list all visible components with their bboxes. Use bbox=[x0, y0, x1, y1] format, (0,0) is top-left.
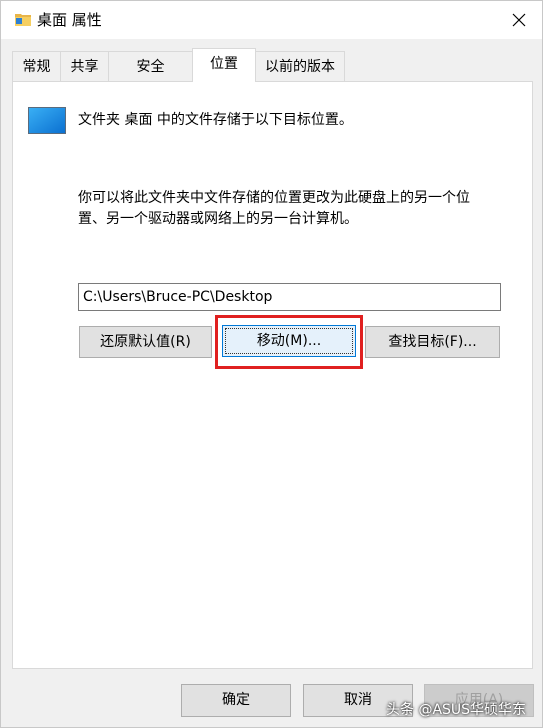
close-icon bbox=[512, 13, 526, 27]
folder-icon bbox=[15, 14, 31, 26]
location-description-line1: 你可以将此文件夹中文件存储的位置更改为此硬盘上的另一个位 bbox=[78, 190, 470, 206]
find-target-button[interactable]: 查找目标(F)... bbox=[365, 326, 500, 358]
location-description-line2: 置、另一个驱动器或网络上的另一台计算机。 bbox=[78, 211, 358, 227]
title-bar[interactable]: 桌面 属性 bbox=[1, 1, 542, 39]
tab-sharing[interactable]: 共享 bbox=[60, 51, 109, 82]
desktop-monitor-icon bbox=[28, 107, 66, 134]
tab-previous-versions[interactable]: 以前的版本 bbox=[255, 51, 345, 82]
location-intro-text: 文件夹 桌面 中的文件存储于以下目标位置。 bbox=[78, 112, 353, 128]
restore-default-button[interactable]: 还原默认值(R) bbox=[79, 326, 212, 358]
ok-button[interactable]: 确定 bbox=[181, 684, 291, 717]
highlight-box bbox=[215, 315, 363, 369]
window-title: 桌面 属性 bbox=[37, 11, 102, 29]
tab-location[interactable]: 位置 bbox=[192, 48, 256, 82]
properties-dialog: 桌面 属性 常规 共享 安全 位置 以前的版本 文件夹 桌面 中的文件存储于以下… bbox=[0, 0, 543, 728]
close-button[interactable] bbox=[496, 1, 542, 39]
tab-general[interactable]: 常规 bbox=[12, 51, 61, 82]
tab-security[interactable]: 安全 bbox=[108, 51, 193, 82]
watermark-text: 头条 @ASUS华硕华东 bbox=[386, 702, 527, 718]
target-path-input[interactable] bbox=[78, 283, 501, 311]
tab-panel-location bbox=[12, 81, 533, 669]
